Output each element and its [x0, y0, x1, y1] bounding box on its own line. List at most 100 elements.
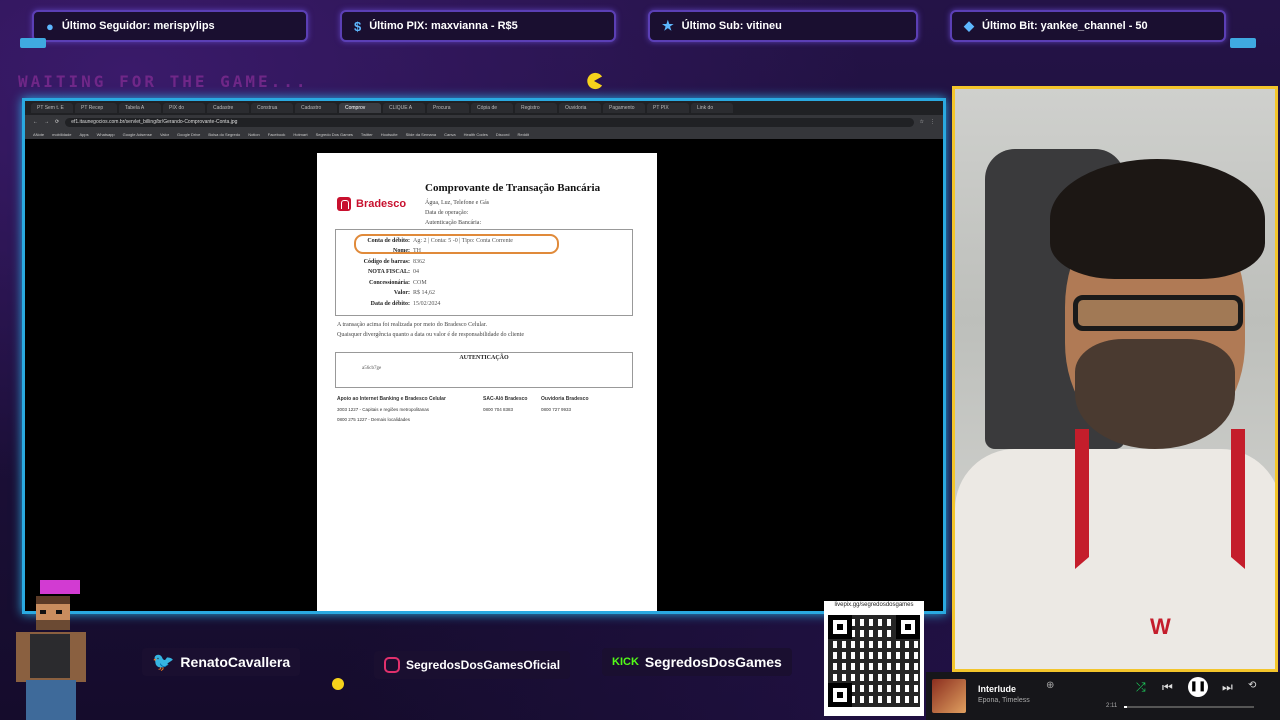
bookmark-item[interactable]: Health Codes — [464, 132, 488, 137]
browser-tab[interactable]: Procura — [427, 103, 469, 113]
bookmark-item[interactable]: Slide da Semana — [406, 132, 436, 137]
instagram-handle-text: SegredosDosGamesOficial — [406, 658, 561, 672]
bookmark-item[interactable]: Segredo Dos Games — [316, 132, 353, 137]
last-follower-text: Último Seguidor: merispylips — [61, 20, 215, 32]
subtitle-line: Data de operação: — [425, 210, 469, 216]
browser-tab[interactable]: Link do — [691, 103, 733, 113]
subtitle-line: Autenticação Bancária: — [425, 220, 482, 226]
webcam-feed: W — [952, 86, 1278, 672]
browser-window: PT Sem t. E PT Recep Tabela A PIX do Cadastr… — [22, 98, 946, 614]
receipt-subtitle: Água, Luz, Telefone e Gás Data de operaç… — [425, 198, 489, 228]
bradesco-logo: Bradesco — [337, 197, 406, 211]
field-row: NOTA FISCAL: 04 — [367, 269, 419, 275]
shirt-collar — [1075, 429, 1245, 569]
star-bookmark-icon[interactable]: ☆ — [920, 119, 924, 125]
field-row: Valor: R$ 14,62 — [393, 290, 436, 296]
track-artist: Epona, Timeless — [978, 697, 1030, 704]
field-row: Código de barras: 8362 — [363, 259, 425, 265]
livepix-qr: livepix.gg/segredosdosgames — [824, 601, 924, 716]
bookmark-item[interactable]: Apps — [79, 132, 88, 137]
bookmark-item[interactable]: Hotmart — [293, 132, 307, 137]
next-icon[interactable]: ⏭ — [1222, 680, 1233, 695]
authentication-box: AUTENTICAÇÃO a56cb7ge — [335, 352, 633, 388]
browser-tab[interactable]: Construa — [251, 103, 293, 113]
browser-tab[interactable]: Registro — [515, 103, 557, 113]
bookmarks-bar: ANote mobilidade Apps Whatsapp Google Adsens… — [25, 129, 943, 139]
browser-tab[interactable]: Ouvidoria — [559, 103, 601, 113]
kick-icon: KICK — [612, 656, 639, 668]
forward-icon[interactable]: → — [44, 119, 49, 125]
browser-tab[interactable]: Comprov — [339, 103, 381, 113]
qr-url: livepix.gg/segredosdosgames — [834, 602, 914, 608]
last-pix-text: Último PIX: maxvianna - R$5 — [369, 20, 518, 32]
browser-tab[interactable]: Cadastre — [207, 103, 249, 113]
footer-ouvidoria: Ouvidoria Bradesco 0800 727 9933 — [541, 396, 589, 412]
transaction-details-box: Conta de débito: Ag: 2 | Conta: 5 -0 | Ti… — [335, 229, 633, 316]
bookmark-item[interactable]: Valor — [160, 132, 169, 137]
bookmark-item[interactable]: Google Adsense — [123, 132, 152, 137]
last-sub-alert: ★ Último Sub: vitineu — [648, 10, 918, 42]
progress-bar[interactable] — [1124, 706, 1254, 708]
bookmark-item[interactable]: Notion — [248, 132, 260, 137]
browser-tab[interactable]: Cópia de — [471, 103, 513, 113]
qr-corner — [828, 615, 852, 639]
last-pix-alert: $ Último PIX: maxvianna - R$5 — [340, 10, 616, 42]
bookmark-item[interactable]: Whatsapp — [97, 132, 115, 137]
music-player: Interlude Epona, Timeless ⊕ ⤮ ⏮ ❚❚ ⏭ ⟲ 2… — [926, 672, 1280, 720]
shuffle-icon[interactable]: ⤮ — [1136, 680, 1146, 695]
browser-tab[interactable]: PT Recep — [75, 103, 117, 113]
add-icon[interactable]: ⊕ — [1046, 680, 1054, 691]
last-follower-alert: ● Último Seguidor: merispylips — [32, 10, 308, 42]
bookmark-item[interactable]: Hootsuite — [381, 132, 398, 137]
field-row: Data de débito: 15/02/2024 — [370, 301, 441, 307]
reload-icon[interactable]: ⟳ — [55, 119, 59, 125]
address-bar: ← → ⟳ ef1.itaunegocios.com.br/servlet_bi… — [25, 115, 943, 129]
bookmark-item[interactable]: mobilidade — [52, 132, 71, 137]
back-icon[interactable]: ← — [33, 119, 38, 125]
album-art — [932, 679, 966, 713]
bookmark-item[interactable]: Facebook — [268, 132, 286, 137]
bookmark-item[interactable]: Bolsa do Segredo — [208, 132, 240, 137]
url-field[interactable]: ef1.itaunegocios.com.br/servlet_billing/… — [65, 117, 914, 127]
browser-tab[interactable]: PT PIX — [647, 103, 689, 113]
browser-tab[interactable]: Tabela A — [119, 103, 161, 113]
bradesco-logo-icon — [337, 197, 351, 211]
deco-tab — [20, 38, 46, 48]
field-row: Nome: TH — [393, 248, 421, 254]
pause-button[interactable]: ❚❚ — [1188, 677, 1208, 697]
browser-tab[interactable]: Pagamento — [603, 103, 645, 113]
repeat-icon[interactable]: ⟲ — [1248, 680, 1256, 691]
twitter-handle-text: RenatoCavallera — [180, 654, 291, 670]
pacman-dot — [332, 678, 344, 690]
waiting-text: WAITING FOR THE GAME... — [18, 72, 309, 91]
deco-tab — [1230, 38, 1256, 48]
twitter-handle: 🐦 RenatoCavallera — [142, 648, 301, 676]
browser-tab[interactable]: Cadastro — [295, 103, 337, 113]
auth-title: AUTENTICAÇÃO — [459, 355, 509, 361]
bank-name: Bradesco — [356, 198, 407, 210]
bookmark-item[interactable]: ANote — [33, 132, 44, 137]
receipt-title: Comprovante de Transação Bancária — [425, 182, 601, 194]
receipt-document: Bradesco Comprovante de Transação Bancár… — [317, 153, 657, 611]
qr-corner — [896, 615, 920, 639]
diamond-icon: ◆ — [964, 18, 974, 33]
bookmark-item[interactable]: Discord — [496, 132, 510, 137]
progress-fill — [1124, 706, 1127, 708]
tab-bar: PT Sem t. E PT Recep Tabela A PIX do Cadastr… — [25, 101, 943, 115]
browser-tab[interactable]: PT Sem t. E — [31, 103, 73, 113]
browser-tab[interactable]: PIX do — [163, 103, 205, 113]
field-row: Concessionária: COM — [369, 280, 427, 286]
menu-icon[interactable]: ⋮ — [930, 119, 935, 125]
bookmark-item[interactable]: Twitter — [361, 132, 373, 137]
bookmark-item[interactable]: Google Drive — [177, 132, 200, 137]
user-icon: ● — [46, 18, 54, 34]
previous-icon[interactable]: ⏮ — [1162, 680, 1173, 695]
field-row: Conta de débito: Ag: 2 | Conta: 5 -0 | Ti… — [367, 238, 513, 244]
pacman-icon — [587, 72, 603, 90]
bookmark-item[interactable]: Reddit — [517, 132, 529, 137]
twitter-icon: 🐦 — [152, 651, 175, 672]
browser-tab[interactable]: CLIQUE A — [383, 103, 425, 113]
kick-handle-text: SegredosDosGames — [644, 654, 782, 670]
receipt-note: A transação acima foi realizada por meio… — [337, 322, 487, 328]
bookmark-item[interactable]: Canva — [444, 132, 456, 137]
